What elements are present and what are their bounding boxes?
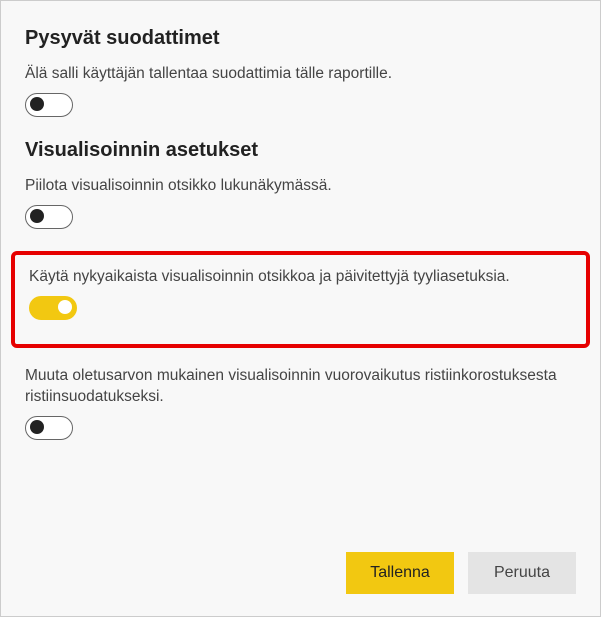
section-title-persistent-filters: Pysyvät suodattimet (25, 27, 576, 50)
settings-panel: Pysyvät suodattimet Älä salli käyttäjän … (1, 1, 600, 440)
save-button[interactable]: Tallenna (346, 552, 454, 594)
dialog-footer: Tallenna Peruuta (346, 552, 576, 594)
setting-label-modern-visual-header: Käytä nykyaikaista visualisoinnin otsikk… (29, 267, 572, 288)
setting-label-hide-visual-header: Piilota visualisoinnin otsikko lukunäkym… (25, 176, 576, 197)
section-title-visual-settings: Visualisoinnin asetukset (25, 139, 576, 162)
setting-label-cross-filter-default: Muuta oletusarvon mukainen visualisoinni… (25, 366, 576, 408)
highlighted-setting: Käytä nykyaikaista visualisoinnin otsikk… (11, 251, 590, 348)
setting-label-disallow-save-filters: Älä salli käyttäjän tallentaa suodattimi… (25, 64, 576, 85)
toggle-cross-filter-default[interactable] (25, 416, 73, 440)
toggle-knob (30, 97, 44, 111)
toggle-hide-visual-header[interactable] (25, 205, 73, 229)
toggle-modern-visual-header[interactable] (29, 296, 77, 320)
toggle-knob (58, 300, 72, 314)
toggle-disallow-save-filters[interactable] (25, 93, 73, 117)
cancel-button[interactable]: Peruuta (468, 552, 576, 594)
toggle-knob (30, 420, 44, 434)
toggle-knob (30, 209, 44, 223)
